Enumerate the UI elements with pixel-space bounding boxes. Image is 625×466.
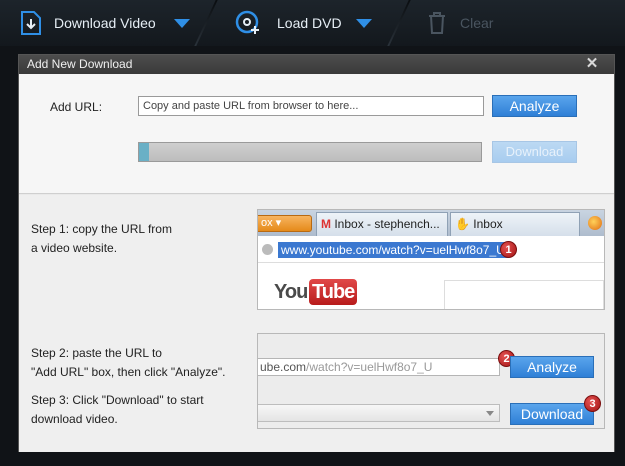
main-toolbar: Download Video Load DVD Clear	[0, 0, 625, 46]
clear-button[interactable]: Clear	[426, 0, 493, 46]
dialog-titlebar: Add New Download ✕	[19, 55, 614, 74]
download-button[interactable]: Download	[492, 141, 577, 163]
browser-tab-inbox-1: M Inbox - stephench...	[316, 212, 448, 236]
url-input[interactable]	[138, 96, 484, 116]
dialog-title: Add New Download	[27, 57, 133, 71]
progress-fill	[139, 143, 150, 161]
browser-tabbar: ox ▾ M Inbox - stephench... ✋ Inbox	[258, 210, 604, 236]
browser-address-bar: www.youtube.com/watch?v=uelHwf8o7_U 1	[258, 237, 604, 263]
browser-illustration: ox ▾ M Inbox - stephench... ✋ Inbox www.…	[257, 209, 605, 310]
toolbar-separator	[387, 0, 411, 46]
chevron-down-icon	[486, 411, 494, 416]
app-illustration: ube.com/watch?v=uelHwf8o7_U 2 Analyze Do…	[257, 333, 605, 429]
step-badge-3: 3	[584, 395, 601, 412]
step-badge-1: 1	[500, 241, 517, 258]
illustration-url-field: ube.com/watch?v=uelHwf8o7_U	[258, 358, 500, 376]
load-dvd-menu[interactable]: Load DVD	[235, 0, 372, 46]
chevron-down-icon[interactable]	[173, 18, 190, 28]
hand-icon: ✋	[455, 217, 470, 231]
instructions-section: Step 1: copy the URL from a video websit…	[19, 195, 614, 452]
globe-icon	[262, 244, 273, 255]
trash-icon	[429, 12, 445, 34]
illustration-analyze-button: Analyze	[510, 356, 594, 378]
analyze-button[interactable]: Analyze	[492, 95, 577, 117]
clear-label: Clear	[460, 15, 494, 31]
step-1-text: Step 1: copy the URL from a video websit…	[31, 222, 172, 255]
browser-tab-orange: ox ▾	[258, 215, 312, 232]
chevron-down-icon[interactable]	[355, 18, 372, 28]
address-url-selected: www.youtube.com/watch?v=uelHwf8o7_U	[278, 242, 508, 258]
gmail-icon: M	[321, 217, 331, 231]
url-entry-section: Add URL: Analyze Download	[19, 74, 614, 194]
dvd-icon	[235, 10, 259, 34]
youtube-logo-tube: Tube	[309, 279, 358, 305]
download-video-label: Download Video	[54, 15, 156, 31]
page-search-box	[444, 280, 604, 309]
add-new-download-dialog: Add New Download ✕ Add URL: Analyze Down…	[18, 54, 615, 452]
download-video-menu[interactable]: Download Video	[18, 0, 190, 46]
illustration-select	[258, 404, 500, 422]
firefox-icon	[588, 216, 602, 230]
illustration-download-button: Download	[510, 403, 594, 425]
browser-tab-inbox-2: ✋ Inbox	[450, 212, 580, 236]
add-url-label: Add URL:	[50, 100, 103, 114]
step-2-text: Step 2: paste the URL to "Add URL" box, …	[31, 346, 226, 379]
toolbar-separator	[194, 0, 218, 46]
youtube-logo-you: You	[274, 281, 308, 303]
load-dvd-label: Load DVD	[277, 15, 342, 31]
close-icon[interactable]: ✕	[584, 56, 600, 72]
download-progress-bar	[138, 142, 482, 162]
step-3-text: Step 3: Click "Download" to start downlo…	[31, 393, 204, 426]
download-video-icon	[21, 11, 41, 35]
